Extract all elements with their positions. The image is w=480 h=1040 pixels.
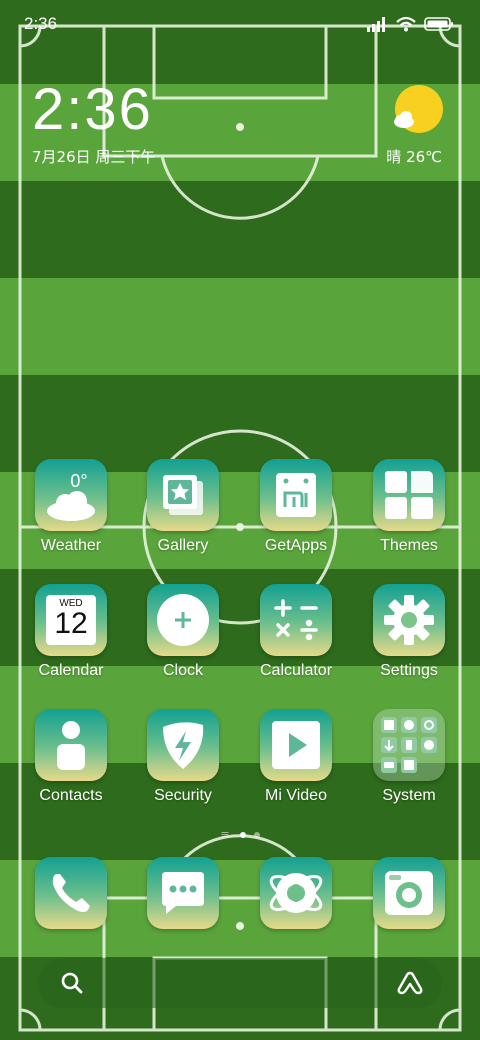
dock-messages[interactable] [138, 857, 228, 929]
app-settings[interactable]: Settings [364, 584, 454, 680]
calendar-icon: WED 12 [35, 584, 107, 656]
page-indicator[interactable]: ≡ [0, 828, 480, 841]
search-bar[interactable] [38, 958, 442, 1008]
getapps-mi-icon [260, 459, 332, 531]
clock-icon [147, 584, 219, 656]
clock-time: 2:36 [32, 77, 153, 142]
app-label-security: Security [154, 787, 212, 804]
video-play-icon [260, 709, 332, 781]
app-label-calendar: Calendar [38, 662, 104, 679]
app-security[interactable]: Security [138, 709, 228, 805]
app-label-themes: Themes [380, 537, 438, 554]
app-label-calculator: Calculator [259, 662, 333, 679]
weather-widget[interactable] [390, 84, 444, 140]
dock-phone[interactable] [26, 857, 116, 929]
folder-icon [373, 709, 445, 781]
page-dot-2[interactable] [253, 831, 260, 838]
calendar-date: 12 [54, 607, 88, 640]
messages-icon [147, 857, 219, 929]
status-time: 2:36 [24, 14, 58, 33]
phone-icon [35, 857, 107, 929]
signal-icon [367, 17, 385, 32]
app-system-folder[interactable]: System [364, 709, 454, 805]
app-label-settings: Settings [380, 662, 438, 679]
clock-widget[interactable]: 2:36 7月26日 周三下午 [32, 80, 155, 167]
calculator-icon [260, 584, 332, 656]
weather-summary[interactable]: 晴 26℃ [386, 146, 442, 167]
assistant-icon[interactable] [396, 970, 424, 996]
weather-temperature: 26℃ [406, 148, 442, 166]
page-dot-1[interactable] [239, 831, 246, 838]
themes-grid-icon [373, 459, 445, 531]
battery-icon [424, 17, 453, 31]
app-label-clock: Clock [162, 662, 203, 679]
weather-condition: 晴 [386, 148, 402, 166]
contacts-person-icon [35, 709, 107, 781]
app-getapps[interactable]: GetApps [251, 459, 341, 555]
weather-temp-text: 0° [70, 471, 87, 491]
page-menu-icon: ≡ [220, 828, 230, 841]
dock-camera[interactable] [364, 857, 454, 929]
app-gallery[interactable]: Gallery [138, 459, 228, 555]
gear-icon [373, 584, 445, 656]
app-label-getapps: GetApps [264, 537, 328, 554]
app-calculator[interactable]: Calculator [251, 584, 341, 680]
app-contacts[interactable]: Contacts [26, 709, 116, 805]
app-label-contacts: Contacts [39, 787, 103, 804]
dock-browser[interactable] [251, 857, 341, 929]
app-themes[interactable]: Themes [364, 459, 454, 555]
app-label-system: System [382, 787, 436, 804]
gallery-star-icon [147, 459, 219, 531]
status-bar: 2:36 [0, 0, 480, 48]
weather-cloud-icon: 0° [35, 459, 107, 531]
camera-icon [373, 857, 445, 929]
app-label-weather: Weather [40, 537, 102, 554]
app-clock[interactable]: Clock [138, 584, 228, 680]
app-label-mi-video: Mi Video [265, 787, 327, 804]
browser-icon [260, 857, 332, 929]
clock-date: 7月26日 周三下午 [32, 148, 156, 166]
app-weather[interactable]: 0° Weather [26, 459, 116, 555]
wifi-icon [396, 16, 416, 32]
app-mi-video[interactable]: Mi Video [251, 709, 341, 805]
app-label-gallery: Gallery [157, 537, 209, 554]
security-shield-icon [147, 709, 219, 781]
sun-cloud-icon [394, 85, 443, 133]
app-calendar[interactable]: WED 12 Calendar [26, 584, 116, 680]
search-icon[interactable] [60, 971, 84, 995]
